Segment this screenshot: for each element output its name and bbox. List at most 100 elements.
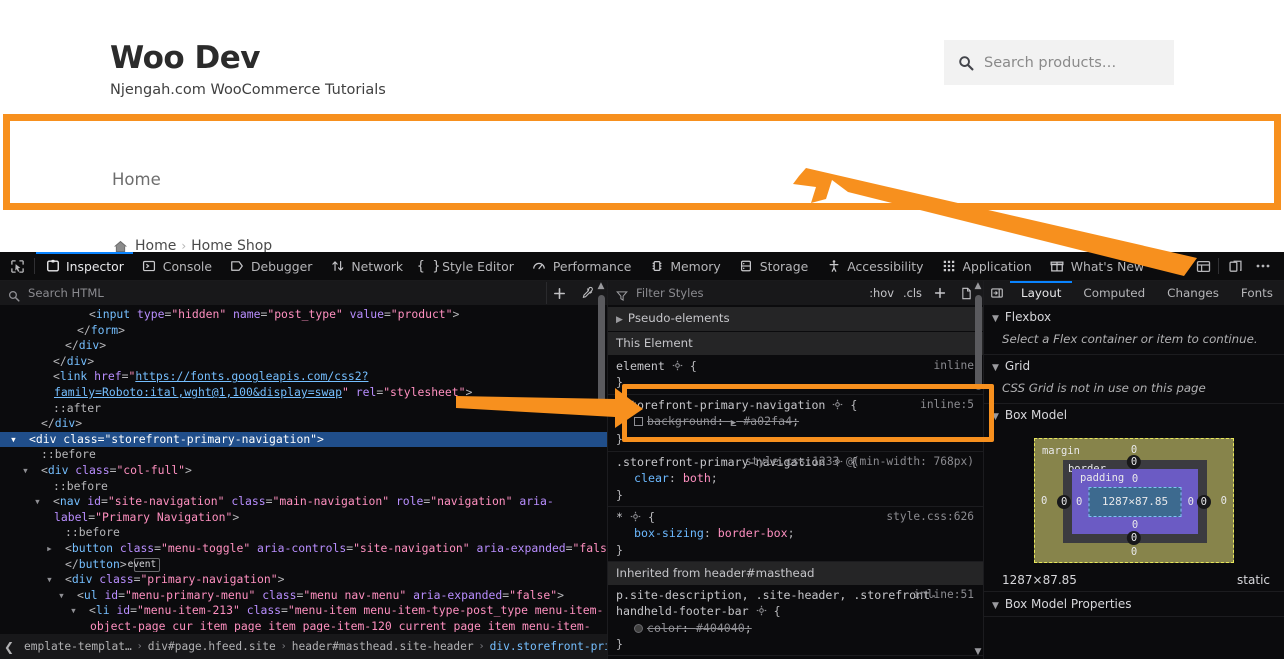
markup-node[interactable]: ▾ <li id="menu-item-213" class="menu-item… bbox=[0, 603, 607, 632]
markup-node[interactable]: ::before bbox=[0, 479, 607, 495]
rules-scroll-down-icon[interactable]: ▼ bbox=[973, 647, 983, 659]
breadcrumb-item-1[interactable]: div#page.hfeed.site bbox=[142, 640, 282, 653]
declaration-value[interactable]: both bbox=[683, 471, 711, 485]
twisty-open-icon[interactable]: ▾ bbox=[10, 432, 29, 448]
dock-icon[interactable] bbox=[1222, 254, 1248, 278]
tab-whats-new[interactable]: What's New bbox=[1041, 252, 1153, 281]
tab-style-editor[interactable]: { } Style Editor bbox=[412, 252, 523, 281]
margin-bottom-value[interactable]: 0 bbox=[1035, 546, 1233, 558]
search-input[interactable] bbox=[982, 53, 1160, 72]
rule-source[interactable]: inline bbox=[934, 358, 974, 374]
rule-storefront-primary-navigation-media[interactable]: .storefront-primary-navigation { style.c… bbox=[608, 451, 983, 508]
meatball-menu-icon[interactable] bbox=[1250, 254, 1276, 278]
element-picker-icon[interactable] bbox=[0, 252, 34, 281]
markup-node[interactable]: ▸ <button class="menu-toggle" aria-contro… bbox=[0, 541, 607, 557]
rule-selector[interactable]: element bbox=[616, 359, 665, 373]
margin-right-value[interactable]: 0 bbox=[1221, 495, 1227, 507]
class-toggle-button[interactable]: .cls bbox=[903, 286, 922, 300]
declaration-clear[interactable]: clear: both; bbox=[616, 470, 975, 486]
breadcrumb-item-3[interactable]: div.storefront-primary-navigation bbox=[484, 640, 607, 653]
rule-storefront-primary-navigation-inline[interactable]: .storefront-primary-navigation { inline:… bbox=[608, 394, 983, 452]
markup-node[interactable]: <link href="https://fonts.googleapis.com… bbox=[0, 369, 607, 400]
gear-icon[interactable] bbox=[756, 604, 767, 616]
twisty-open-icon[interactable]: ▾ bbox=[46, 572, 65, 588]
twisty-closed-icon[interactable]: ▸ bbox=[46, 541, 65, 557]
markup-node[interactable]: ▾ <div class="primary-navigation"> bbox=[0, 572, 607, 588]
padding-bottom-value[interactable]: 0 bbox=[1072, 519, 1198, 531]
markup-scrollbar[interactable]: ▲ ▼ bbox=[596, 281, 606, 659]
declaration-property[interactable]: background bbox=[647, 414, 717, 428]
filter-styles-input[interactable] bbox=[634, 285, 784, 301]
declaration-enable-checkbox[interactable] bbox=[634, 417, 643, 427]
box-model-diagram[interactable]: margin 0 0 0 0 border padding 0 0 bbox=[1033, 438, 1234, 563]
tab-application[interactable]: Application bbox=[932, 252, 1040, 281]
scroll-up-icon[interactable]: ▲ bbox=[596, 281, 606, 293]
markup-node[interactable]: </button> event bbox=[0, 557, 607, 573]
gear-icon[interactable] bbox=[630, 510, 641, 522]
padding-left-value[interactable]: 0 bbox=[1076, 496, 1082, 508]
twisty-open-icon[interactable]: ▾ bbox=[58, 588, 77, 604]
tab-changes[interactable]: Changes bbox=[1156, 281, 1230, 306]
rules-scrollbar[interactable]: ▲ ▼ bbox=[973, 281, 983, 659]
rule-source[interactable]: inline:5 bbox=[920, 397, 974, 413]
markup-tree[interactable]: <input type="hidden" name="post_type" va… bbox=[0, 307, 607, 632]
declaration-property[interactable]: color bbox=[647, 621, 682, 635]
rule-source[interactable]: style.css:1233 @(min-width: 768px) bbox=[745, 454, 974, 470]
markup-node[interactable]: ::after bbox=[0, 401, 607, 417]
declaration-color[interactable]: color: #404040; bbox=[616, 620, 975, 636]
breadcrumb-scroll-left-icon[interactable]: ❮ bbox=[0, 640, 18, 654]
gear-icon[interactable] bbox=[832, 398, 843, 409]
flexbox-title[interactable]: ▼ Flexbox bbox=[984, 306, 1284, 328]
markup-node[interactable]: </div> bbox=[0, 338, 607, 354]
markup-node[interactable]: ▾ <ul id="menu-primary-menu" class="menu … bbox=[0, 588, 607, 604]
add-node-icon[interactable] bbox=[547, 282, 571, 304]
hover-states-button[interactable]: :hov bbox=[869, 286, 894, 300]
padding-top-value[interactable]: 0 bbox=[1072, 473, 1198, 485]
add-rule-icon[interactable] bbox=[931, 283, 949, 303]
rule-selector[interactable]: * bbox=[616, 510, 623, 524]
twisty-open-icon[interactable]: ▾ bbox=[22, 463, 41, 479]
border-right-value[interactable]: 0 bbox=[1196, 495, 1211, 509]
pseudo-elements-section[interactable]: ▶ Pseudo-elements bbox=[608, 307, 983, 333]
css-rules-list[interactable]: ▶ Pseudo-elements This Element element { … bbox=[608, 307, 983, 659]
split-console-icon[interactable] bbox=[1190, 254, 1216, 278]
declaration-property[interactable]: clear bbox=[634, 471, 669, 485]
markup-breadcrumb-bar[interactable]: ❮ emplate-templat… › div#page.hfeed.site… bbox=[0, 633, 607, 659]
rule-site-description-inline[interactable]: p.site-description, .site-header, .store… bbox=[608, 584, 983, 657]
breadcrumb-item-2[interactable]: header#masthead.site-header bbox=[286, 640, 480, 653]
grid-title[interactable]: ▼ Grid bbox=[984, 355, 1284, 377]
box-model-properties-section[interactable]: ▼ Box Model Properties bbox=[983, 591, 1284, 616]
markup-node[interactable]: ▾ <nav id="site-navigation" class="main-n… bbox=[0, 494, 607, 525]
twisty-open-icon[interactable]: ▾ bbox=[34, 494, 53, 510]
markup-node[interactable]: ::before bbox=[0, 447, 607, 463]
tab-fonts[interactable]: Fonts bbox=[1230, 281, 1284, 306]
markup-node[interactable]: <input type="hidden" name="post_type" va… bbox=[0, 307, 607, 323]
markup-node[interactable]: </form> bbox=[0, 323, 607, 339]
breadcrumb-home[interactable]: Home bbox=[135, 238, 176, 252]
markup-node-selected[interactable]: ▾ <div class="storefront-primary-navigati… bbox=[0, 431, 607, 448]
rule-selector[interactable]: .storefront-primary-navigation bbox=[616, 398, 825, 412]
markup-node[interactable]: </div> bbox=[0, 354, 607, 370]
tab-console[interactable]: Console bbox=[133, 252, 221, 281]
tab-network[interactable]: Network bbox=[321, 252, 412, 281]
markup-node[interactable]: ::before bbox=[0, 525, 607, 541]
markup-node[interactable]: </div> bbox=[0, 416, 607, 432]
tab-computed[interactable]: Computed bbox=[1072, 281, 1156, 306]
box-model-title[interactable]: ▼ Box Model bbox=[984, 404, 1284, 426]
nav-item-home[interactable]: Home bbox=[112, 170, 161, 189]
breadcrumb-item-0[interactable]: emplate-templat… bbox=[18, 640, 138, 653]
rules-scrollbar-thumb[interactable] bbox=[974, 295, 982, 390]
declaration-property[interactable]: box-sizing bbox=[634, 526, 704, 540]
product-search-box[interactable] bbox=[944, 40, 1174, 85]
tab-storage[interactable]: Storage bbox=[730, 252, 817, 281]
rule-universal[interactable]: * { style.css:626 box-sizing: border-box… bbox=[608, 507, 983, 563]
box-model-content-box[interactable]: 1287×87.85 bbox=[1088, 486, 1182, 517]
rule-source[interactable]: inline:51 bbox=[913, 587, 974, 603]
search-html-input[interactable] bbox=[26, 285, 546, 301]
declaration-box-sizing[interactable]: box-sizing: border-box; bbox=[616, 525, 975, 541]
rules-scroll-up-icon[interactable]: ▲ bbox=[973, 281, 983, 293]
chevron-right-icon[interactable]: ▶ bbox=[731, 418, 736, 428]
rule-element-inline[interactable]: element { inline } bbox=[608, 355, 983, 395]
rule-source[interactable]: style.css:626 bbox=[886, 509, 974, 525]
tab-inspector[interactable]: Inspector bbox=[36, 251, 133, 281]
